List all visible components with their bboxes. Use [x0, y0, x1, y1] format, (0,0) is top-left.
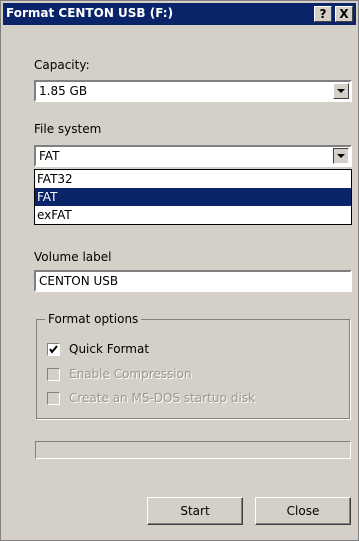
window-title: Format CENTON USB (F:) [6, 6, 174, 20]
format-options-legend: Format options [45, 312, 142, 326]
close-button[interactable]: Close [255, 497, 351, 525]
enable-compression-label: Enable Compression [69, 367, 192, 381]
volume-label-field[interactable] [34, 270, 352, 292]
format-progress-bar [35, 441, 351, 459]
file-system-label: File system [34, 122, 102, 136]
file-system-option[interactable]: FAT [35, 188, 351, 206]
ms-dos-startup-box[interactable] [47, 392, 60, 405]
start-button[interactable]: Start [147, 497, 243, 525]
volume-label-label: Volume label [34, 250, 112, 264]
help-button[interactable]: ? [314, 6, 332, 22]
window-close-button[interactable]: X [335, 6, 353, 22]
capacity-dropdown-button[interactable] [333, 83, 349, 99]
file-system-select[interactable]: FAT [34, 145, 352, 167]
enable-compression-box[interactable] [47, 368, 60, 381]
file-system-value: FAT [39, 149, 60, 163]
ms-dos-startup-label: Create an MS-DOS startup disk [69, 391, 256, 405]
volume-label-input[interactable] [36, 272, 350, 290]
file-system-option[interactable]: FAT32 [35, 170, 351, 188]
file-system-dropdown-button[interactable] [333, 148, 349, 164]
file-system-option[interactable]: exFAT [35, 206, 351, 224]
capacity-value: 1.85 GB [39, 84, 88, 98]
title-bar[interactable]: Format CENTON USB (F:) ? X [3, 3, 356, 25]
checkmark-icon [49, 345, 58, 354]
capacity-label: Capacity: [34, 58, 90, 72]
capacity-select[interactable]: 1.85 GB [34, 80, 352, 102]
format-options-group: Format options Quick Format Enable Compr… [36, 312, 350, 419]
quick-format-box[interactable] [47, 343, 60, 356]
format-dialog: Format CENTON USB (F:) ? X Capacity: 1.8… [0, 0, 359, 541]
file-system-dropdown-list: FAT32 FAT exFAT [34, 169, 352, 225]
quick-format-label: Quick Format [69, 342, 150, 356]
chevron-down-icon [337, 154, 345, 158]
chevron-down-icon [337, 89, 345, 93]
